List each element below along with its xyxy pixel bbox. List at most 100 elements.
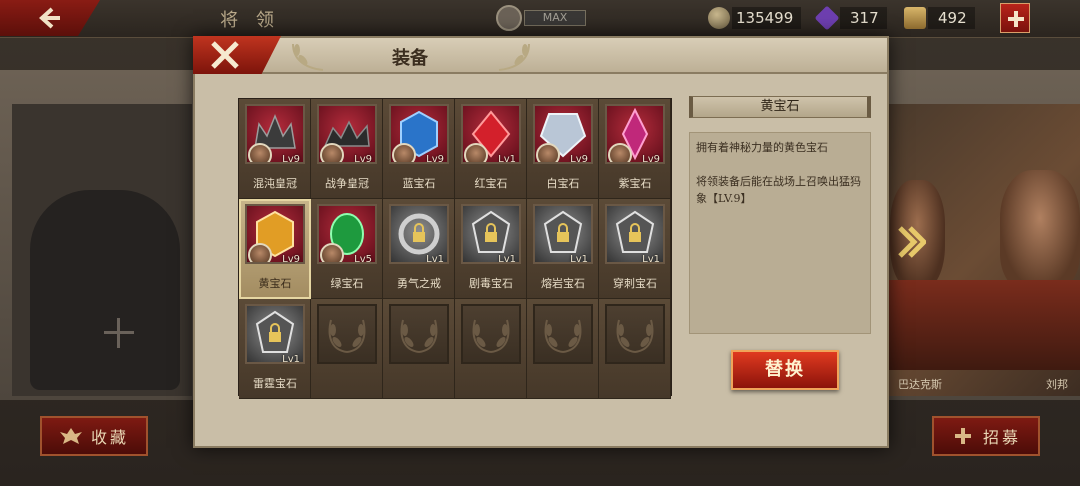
empty-slot <box>383 299 455 399</box>
scroll-value: 492 <box>928 7 975 29</box>
page-title: 将 领 <box>220 10 280 31</box>
equipment-slot[interactable]: Lv9 混沌皇冠 <box>239 99 311 199</box>
empty-slot <box>455 299 527 399</box>
item-card[interactable]: Lv9 <box>245 104 305 164</box>
item-level: Lv1 <box>498 254 516 264</box>
item-name: 红宝石 <box>474 177 508 190</box>
empty-slot-card <box>317 304 377 364</box>
item-level: Lv9 <box>354 154 372 164</box>
item-level: Lv1 <box>570 254 588 264</box>
top-bar: 将 领 MAX 135499 317 492 <box>0 0 1080 38</box>
equipment-slot[interactable]: Lv1 剧毒宝石 <box>455 199 527 299</box>
item-card[interactable]: Lv9 <box>533 104 593 164</box>
equipment-slot[interactable]: Lv1 雷霆宝石 <box>239 299 311 399</box>
coin-value: 135499 <box>732 7 802 29</box>
item-card[interactable]: Lv9 <box>317 104 377 164</box>
item-level: Lv1 <box>498 154 516 164</box>
hero-name-2: 刘邦 <box>1046 378 1068 391</box>
hero-portrait-2[interactable] <box>1000 170 1080 290</box>
equipment-slot[interactable]: Lv9 战争皇冠 <box>311 99 383 199</box>
item-card[interactable]: Lv1 <box>461 104 521 164</box>
coin-icon <box>708 7 730 29</box>
item-card[interactable]: Lv1 <box>389 204 449 264</box>
general-avatar <box>320 143 344 162</box>
gem-resource[interactable]: 317 <box>814 5 887 31</box>
collect-label: 收藏 <box>90 428 129 447</box>
general-avatar <box>464 143 488 162</box>
item-card[interactable]: Lv1 <box>605 204 665 264</box>
collect-button[interactable]: 收藏 <box>40 416 148 456</box>
general-avatar <box>320 243 344 262</box>
item-level: Lv1 <box>282 354 300 364</box>
item-card[interactable]: Lv9 <box>389 104 449 164</box>
equipment-slot[interactable]: Lv9 白宝石 <box>527 99 599 199</box>
item-card[interactable]: Lv9 <box>245 204 305 264</box>
item-name: 混沌皇冠 <box>253 177 297 190</box>
item-name: 熔岩宝石 <box>541 277 585 290</box>
item-name: 紫宝石 <box>618 177 652 190</box>
item-card[interactable]: Lv1 <box>461 204 521 264</box>
item-card[interactable]: Lv1 <box>245 304 305 364</box>
item-name: 雷霆宝石 <box>253 377 297 390</box>
add-resource-button[interactable] <box>1000 3 1030 33</box>
general-avatar <box>536 143 560 162</box>
item-name: 穿刺宝石 <box>613 277 657 290</box>
equipment-slot[interactable]: Lv1 穿刺宝石 <box>599 199 671 299</box>
item-level: Lv1 <box>642 254 660 264</box>
recruit-label: 招募 <box>982 428 1021 447</box>
item-name: 黄宝石 <box>258 277 292 290</box>
equipment-slot[interactable]: Lv1 红宝石 <box>455 99 527 199</box>
item-name: 剧毒宝石 <box>469 277 513 290</box>
detail-title: 黄宝石 <box>689 96 871 118</box>
back-button[interactable] <box>0 0 100 36</box>
equipment-slot[interactable]: Lv9 紫宝石 <box>599 99 671 199</box>
hero-name-1: 巴达克斯 <box>898 378 942 391</box>
add-hero-icon[interactable] <box>104 318 134 348</box>
chevron-right-icon[interactable] <box>896 224 926 260</box>
laurel-wreath-icon <box>544 319 582 353</box>
recruit-plus-icon <box>954 428 971 444</box>
equipment-slot[interactable]: Lv9 黄宝石 <box>239 199 311 299</box>
laurel-wreath-icon <box>472 319 510 353</box>
item-name: 白宝石 <box>546 177 580 190</box>
modal-header: 装备 <box>195 38 887 74</box>
equipment-slot[interactable]: Lv5 绿宝石 <box>311 199 383 299</box>
item-name: 绿宝石 <box>330 277 364 290</box>
eagle-icon <box>59 428 82 444</box>
item-level: Lv9 <box>282 254 300 264</box>
item-card[interactable]: Lv5 <box>317 204 377 264</box>
game-screen: 巴达克斯 刘邦 收藏 招募 将 领 MAX 135499 317 492 装备 … <box>0 0 1080 486</box>
item-name: 战争皇冠 <box>325 177 369 190</box>
equipment-slot[interactable]: Lv1 勇气之戒 <box>383 199 455 299</box>
empty-hero-silhouette[interactable] <box>30 190 180 390</box>
scroll-resource[interactable]: 492 <box>904 6 975 30</box>
item-name: 蓝宝石 <box>402 177 436 190</box>
purple-gem-icon <box>814 5 840 31</box>
general-avatar <box>608 143 632 162</box>
laurel-wreath-icon <box>400 319 438 353</box>
item-card[interactable]: Lv1 <box>533 204 593 264</box>
equipment-modal: 装备 Lv9 混沌皇冠 Lv9 战争皇冠 Lv9 蓝宝石 Lv1 红宝石 Lv9 白宝石 Lv9 紫宝… <box>193 36 889 448</box>
item-level: Lv5 <box>354 254 372 264</box>
replace-button[interactable]: 替换 <box>731 350 839 390</box>
empty-slot-card <box>533 304 593 364</box>
recruit-button[interactable]: 招募 <box>932 416 1040 456</box>
item-level: Lv9 <box>570 154 588 164</box>
general-avatar <box>248 243 272 262</box>
detail-desc-1: 拥有着神秘力量的黄色宝石 <box>696 141 828 154</box>
gem-value: 317 <box>840 7 887 29</box>
empty-slot-card <box>605 304 665 364</box>
item-card[interactable]: Lv9 <box>605 104 665 164</box>
coin-resource[interactable]: 135499 <box>708 6 802 30</box>
equipment-slot[interactable]: Lv9 蓝宝石 <box>383 99 455 199</box>
empty-slot <box>599 299 671 399</box>
laurel-wreath-icon <box>328 319 366 353</box>
scroll-icon <box>904 7 926 29</box>
equipment-slot[interactable]: Lv1 熔岩宝石 <box>527 199 599 299</box>
max-label: MAX <box>524 10 586 26</box>
building-level[interactable]: MAX <box>496 5 586 31</box>
close-icon <box>211 41 239 69</box>
empty-slot <box>311 299 383 399</box>
general-avatar <box>248 143 272 162</box>
empty-slot-card <box>461 304 521 364</box>
